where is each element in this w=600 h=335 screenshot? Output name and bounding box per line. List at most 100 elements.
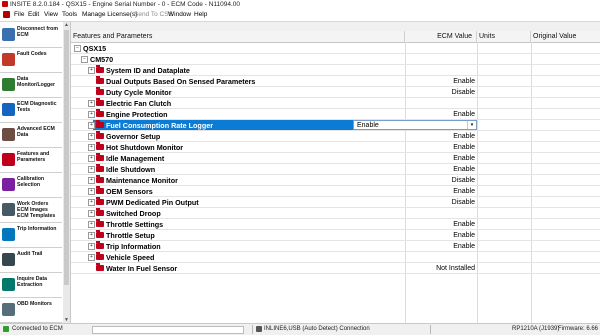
header-units[interactable]: Units xyxy=(477,31,531,42)
firmware-status: Firmware: 6.66 xyxy=(558,326,599,332)
folder-icon xyxy=(96,208,104,216)
nav-item-label: Trip Information xyxy=(17,226,57,232)
ecm-value xyxy=(409,65,477,76)
nav-item-label: ECM Diagnostic Tests xyxy=(17,101,57,113)
nav-item-data-monitor[interactable]: Data Monitor/Logger xyxy=(0,72,62,98)
scroll-up-icon[interactable]: ▲ xyxy=(64,22,69,28)
parameter-row[interactable]: + Fuel Consumption Rate Logger Enable ▾ xyxy=(71,120,600,131)
parameter-row[interactable]: + Throttle Settings Enable xyxy=(71,219,600,230)
expand-icon[interactable]: + xyxy=(88,243,95,250)
parameter-row[interactable]: + Idle Shutdown Enable xyxy=(71,164,600,175)
nav-item-audit-trail[interactable]: Audit Trail xyxy=(0,247,62,273)
expand-icon[interactable]: + xyxy=(88,67,95,74)
nav-item-features[interactable]: Features and Parameters xyxy=(0,147,62,173)
parameter-row[interactable]: + Throttle Setup Enable xyxy=(71,230,600,241)
menu-help[interactable]: Help xyxy=(194,9,207,21)
system-menu-icon[interactable] xyxy=(3,11,10,18)
ecm-value: Not Installed xyxy=(436,265,475,272)
adapter-icon xyxy=(256,326,262,332)
nav-item-disconnect[interactable]: Disconnect from ECM xyxy=(0,22,62,48)
nav-item-label: Work Orders ECM Images ECM Templates xyxy=(17,201,56,219)
menu-manage-licenses[interactable]: Manage License(s) xyxy=(82,9,137,21)
expand-icon[interactable]: + xyxy=(88,144,95,151)
menu-edit[interactable]: Edit xyxy=(28,9,39,21)
ecm-value: Disable xyxy=(451,199,475,206)
expand-icon[interactable]: + xyxy=(88,199,95,206)
parameter-row[interactable]: + OEM Sensors Enable xyxy=(71,186,600,197)
parameter-name: Throttle Setup xyxy=(106,231,155,240)
collapse-icon[interactable]: − xyxy=(74,45,81,52)
collapse-icon[interactable]: − xyxy=(81,56,88,63)
nav-item-advanced-data[interactable]: Advanced ECM Data xyxy=(0,122,62,148)
trip-info-icon xyxy=(2,228,15,241)
ecm-value xyxy=(409,252,477,263)
nav-item-calibration[interactable]: Calibration Selection xyxy=(0,172,62,198)
audit-trail-icon xyxy=(2,253,15,266)
expand-icon[interactable]: + xyxy=(88,188,95,195)
nav-item-trip-info[interactable]: Trip Information xyxy=(0,222,62,248)
header-ecm-value[interactable]: ECM Value xyxy=(405,31,477,42)
ecm-value-dropdown[interactable]: Enable ▾ xyxy=(353,120,477,130)
parameter-row[interactable]: Duty Cycle Monitor Disable xyxy=(71,87,600,98)
expand-icon[interactable]: + xyxy=(88,155,95,162)
expand-icon[interactable]: + xyxy=(88,232,95,239)
expand-icon[interactable]: + xyxy=(88,221,95,228)
parameter-row[interactable]: Dual Outputs Based On Sensed Parameters E… xyxy=(71,76,600,87)
parameter-row[interactable]: + Engine Protection Enable xyxy=(71,109,600,120)
parameter-row[interactable]: + System ID and Dataplate xyxy=(71,65,600,76)
expand-icon[interactable]: + xyxy=(88,100,95,107)
parameter-name: Throttle Settings xyxy=(106,220,164,229)
nav-item-inquire[interactable]: Inquire Data Extraction xyxy=(0,272,62,298)
menu-window[interactable]: Window xyxy=(168,9,191,21)
nav-item-fault-codes[interactable]: Fault Codes xyxy=(0,47,62,73)
nav-item-label: Inquire Data Extraction xyxy=(17,276,47,288)
tree-root-row[interactable]: − QSX15 xyxy=(71,43,600,54)
folder-icon xyxy=(96,241,104,249)
parameter-name: Idle Shutdown xyxy=(106,165,156,174)
menu-tools[interactable]: Tools xyxy=(62,9,77,21)
tree-group-row[interactable]: − CM570 xyxy=(71,54,600,65)
nav-item-diagnostic-tests[interactable]: ECM Diagnostic Tests xyxy=(0,97,62,123)
ecm-value: Enable xyxy=(453,188,475,195)
expand-icon[interactable]: + xyxy=(88,111,95,118)
parameter-row[interactable]: + Maintenance Monitor Disable xyxy=(71,175,600,186)
left-nav-scrollbar[interactable]: ▲ ▼ xyxy=(63,22,71,323)
menu-file[interactable]: File xyxy=(14,9,24,21)
parameter-name: Hot Shutdown Monitor xyxy=(106,143,184,152)
folder-icon xyxy=(96,252,104,260)
parameter-name: Trip Information xyxy=(106,242,161,251)
header-original-value[interactable]: Original Value xyxy=(531,31,600,42)
parameter-row[interactable]: + Hot Shutdown Monitor Enable xyxy=(71,142,600,153)
parameter-row[interactable]: + Governor Setup Enable xyxy=(71,131,600,142)
expand-icon[interactable]: + xyxy=(88,122,95,129)
expand-icon[interactable]: + xyxy=(88,254,95,261)
folder-icon xyxy=(96,153,104,161)
nav-item-work-orders[interactable]: Work Orders ECM Images ECM Templates xyxy=(0,197,62,223)
header-features[interactable]: Features and Parameters xyxy=(71,31,405,42)
folder-icon xyxy=(96,109,104,117)
parameter-row[interactable]: + Idle Management Enable xyxy=(71,153,600,164)
nav-item-obd[interactable]: OBD Monitors xyxy=(0,297,62,323)
ecm-value: Enable xyxy=(453,243,475,250)
ecm-value: Enable xyxy=(453,144,475,151)
folder-icon xyxy=(96,65,104,73)
chevron-down-icon[interactable]: ▾ xyxy=(467,121,476,129)
scroll-thumb[interactable] xyxy=(64,30,69,285)
nav-item-label: Disconnect from ECM xyxy=(17,26,58,38)
parameter-row[interactable]: + Electric Fan Clutch xyxy=(71,98,600,109)
expand-icon[interactable]: + xyxy=(88,133,95,140)
parameter-name: Idle Management xyxy=(106,154,165,163)
parameter-row[interactable]: + PWM Dedicated Pin Output Disable xyxy=(71,197,600,208)
folder-icon xyxy=(96,98,104,106)
expand-icon[interactable]: + xyxy=(88,210,95,217)
inquire-icon xyxy=(2,278,15,291)
parameter-row[interactable]: + Trip Information Enable xyxy=(71,241,600,252)
expand-icon[interactable]: + xyxy=(88,177,95,184)
folder-icon xyxy=(96,175,104,183)
expand-icon[interactable]: + xyxy=(88,166,95,173)
menu-view[interactable]: View xyxy=(44,9,58,21)
protocol-status: RP1210A (J1939) xyxy=(512,326,560,332)
parameter-row[interactable]: + Switched Droop xyxy=(71,208,600,219)
parameter-row[interactable]: + Vehicle Speed xyxy=(71,252,600,263)
parameter-row[interactable]: Water In Fuel Sensor Not Installed xyxy=(71,263,600,274)
